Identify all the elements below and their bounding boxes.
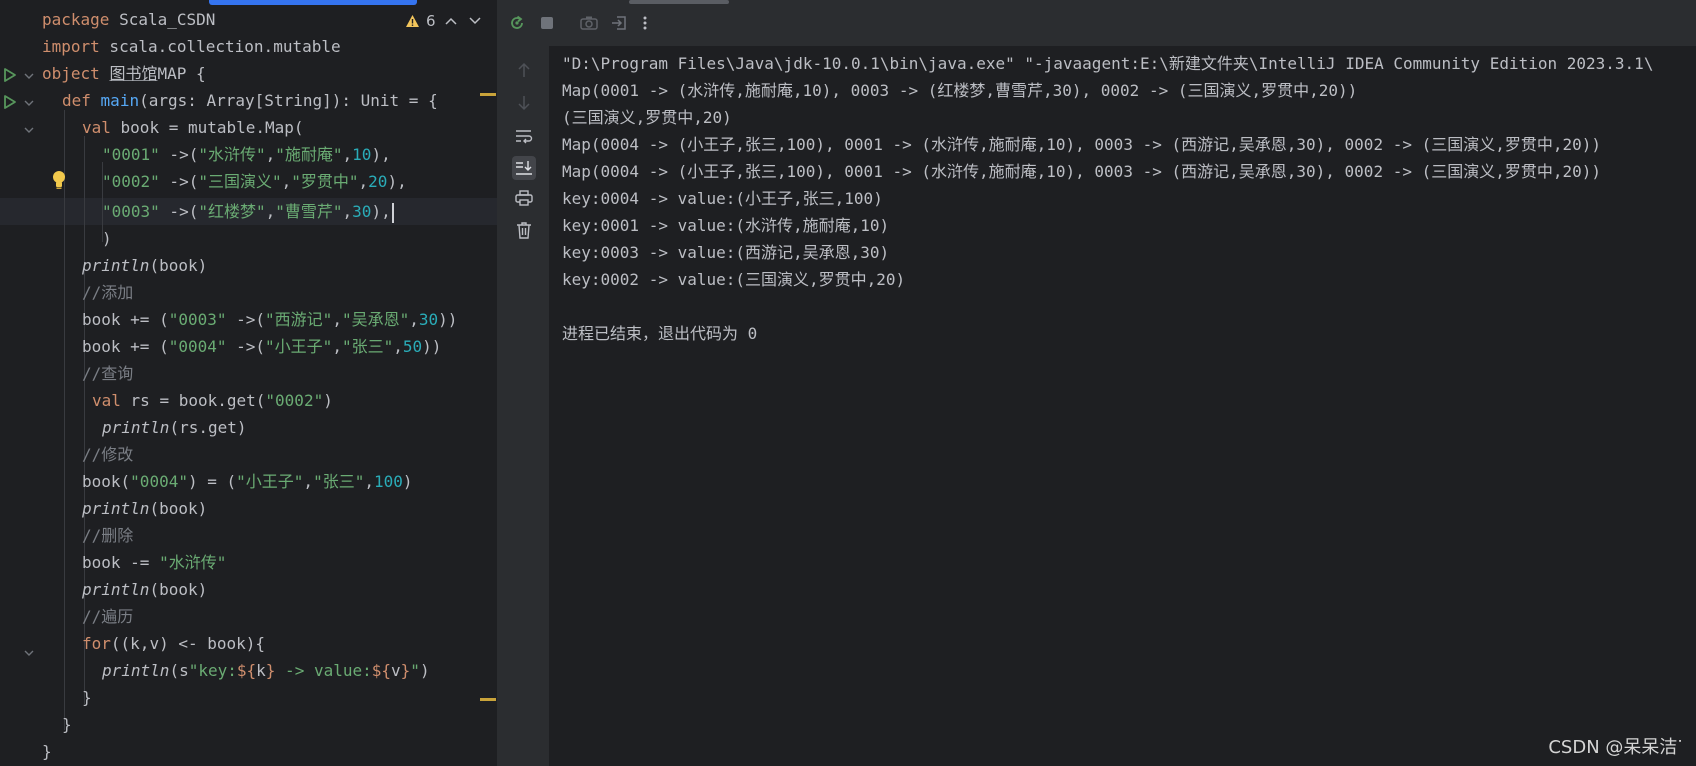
clear-all-button[interactable] (512, 218, 536, 242)
code-line-7: "0002" ->("三国演义","罗贯中",20), (102, 172, 407, 191)
run-toolbar (499, 0, 1696, 46)
console-side-toolbar (499, 46, 549, 766)
previous-highlight-button[interactable] (442, 12, 460, 30)
run-tool-window: "D:\Program Files\Java\jdk-10.0.1\bin\ja… (499, 0, 1696, 766)
more-options-button[interactable] (635, 13, 655, 33)
console-line: key:0001 -> value:(水浒传,施耐庵,10) (562, 216, 890, 235)
console-line: key:0003 -> value:(西游记,吴承恩,30) (562, 243, 890, 262)
code-line-24: for((k,v) <- book){ (82, 634, 266, 653)
code-line-5: val book = mutable.Map( (82, 118, 304, 137)
console-line: Map(0001 -> (水浒传,施耐庵,10), 0003 -> (红楼梦,曹… (562, 81, 1358, 100)
exit-icon (612, 16, 626, 30)
code-line-26: } (82, 688, 92, 707)
console-line: "D:\Program Files\Java\jdk-10.0.1\bin\ja… (562, 54, 1654, 73)
code-line-1: package Scala_CSDN (42, 10, 216, 29)
code-line-18: book("0004") = ("小王子","张三",100) (82, 472, 413, 491)
console-line: Map(0004 -> (小王子,张三,100), 0001 -> (水浒传,施… (562, 135, 1602, 154)
soft-wrap-icon (516, 130, 533, 144)
fold-chevron-icon[interactable] (24, 125, 34, 135)
active-tab-indicator (209, 0, 417, 5)
code-line-19: println(book) (82, 499, 208, 518)
rerun-icon (511, 15, 523, 29)
code-line-25: println(s"key:${k} -> value:${v}") (102, 661, 430, 680)
code-line-22: println(book) (82, 580, 208, 599)
code-line-2: import scala.collection.mutable (42, 37, 341, 56)
screenshot-button[interactable] (579, 13, 599, 33)
console-line: (三国演义,罗贯中,20) (562, 108, 732, 127)
lightbulb-icon[interactable] (52, 170, 66, 190)
code-line-15: val rs = book.get("0002") (92, 391, 333, 410)
code-line-6: "0001" ->("水浒传","施耐庵",10), (102, 145, 391, 164)
code-line-20: //删除 (82, 526, 134, 545)
code-line-21: book -= "水浒传" (82, 553, 227, 572)
next-highlight-button[interactable] (466, 12, 484, 30)
toolbar-scroll-thumb[interactable] (629, 0, 729, 4)
inspection-widget[interactable]: 6 (405, 10, 484, 32)
stop-icon (541, 17, 553, 29)
fold-chevron-icon[interactable] (24, 71, 34, 81)
exit-button[interactable] (609, 13, 629, 33)
run-object-icon[interactable] (2, 67, 18, 83)
fold-chevron-icon[interactable] (24, 98, 34, 108)
printer-icon (515, 190, 533, 206)
arrow-up-icon (518, 62, 530, 77)
more-vertical-icon (643, 16, 647, 30)
console-line: key:0002 -> value:(三国演义,罗贯中,20) (562, 270, 906, 289)
warning-stripe-mark[interactable] (480, 93, 496, 96)
code-line-14: //查询 (82, 364, 134, 383)
warning-stripe-mark[interactable] (480, 698, 496, 701)
arrow-down-icon (518, 96, 530, 111)
console-output[interactable]: "D:\Program Files\Java\jdk-10.0.1\bin\ja… (562, 48, 1696, 748)
console-line: Map(0004 -> (小王子,张三,100), 0001 -> (水浒传,施… (562, 162, 1602, 181)
run-main-icon[interactable] (2, 94, 18, 110)
console-line: key:0004 -> value:(小王子,张三,100) (562, 189, 883, 208)
code-line-12: book += ("0003" ->("西游记","吴承恩",30)) (82, 310, 458, 329)
code-line-10: println(book) (82, 256, 208, 275)
soft-wrap-button[interactable] (512, 124, 536, 148)
code-line-4: def main(args: Array[String]): Unit = { (62, 91, 438, 110)
camera-icon (580, 16, 598, 30)
warning-icon (406, 15, 419, 27)
fold-chevron-icon[interactable] (24, 648, 34, 658)
csdn-watermark: CSDN @呆呆洁ᐝ (1548, 737, 1682, 758)
print-button[interactable] (512, 186, 536, 210)
scroll-up-button[interactable] (512, 58, 536, 82)
scroll-to-end-button[interactable] (512, 156, 536, 180)
code-line-17: //修改 (82, 445, 134, 464)
warning-count: 6 (426, 12, 436, 30)
code-line-28: } (42, 742, 52, 761)
chevron-down-icon (469, 17, 481, 25)
code-line-11: //添加 (82, 283, 134, 302)
stop-button[interactable] (537, 13, 557, 33)
code-line-3: object 图书馆MAP { (42, 64, 206, 83)
code-line-23: //遍历 (82, 607, 134, 626)
chevron-up-icon (445, 17, 457, 25)
code-line-8: "0003" ->("红楼梦","曹雪芹",30), (102, 198, 394, 225)
code-editor[interactable]: 6 package Scala_CSDN import scala.collec… (0, 0, 497, 766)
indent-guide (64, 110, 65, 730)
code-line-27: } (62, 715, 72, 734)
rerun-button[interactable] (507, 13, 527, 33)
scroll-to-end-icon (516, 161, 532, 175)
trash-icon (517, 222, 531, 239)
text-caret (391, 202, 394, 223)
editor-gutter (0, 0, 40, 766)
code-line-16: println(rs.get) (102, 418, 247, 437)
scroll-down-button[interactable] (512, 91, 536, 115)
code-line-13: book += ("0004" ->("小王子","张三",50)) (82, 337, 442, 356)
console-line: 进程已结束，退出代码为 0 (562, 324, 758, 343)
code-line-9: ) (102, 229, 112, 248)
